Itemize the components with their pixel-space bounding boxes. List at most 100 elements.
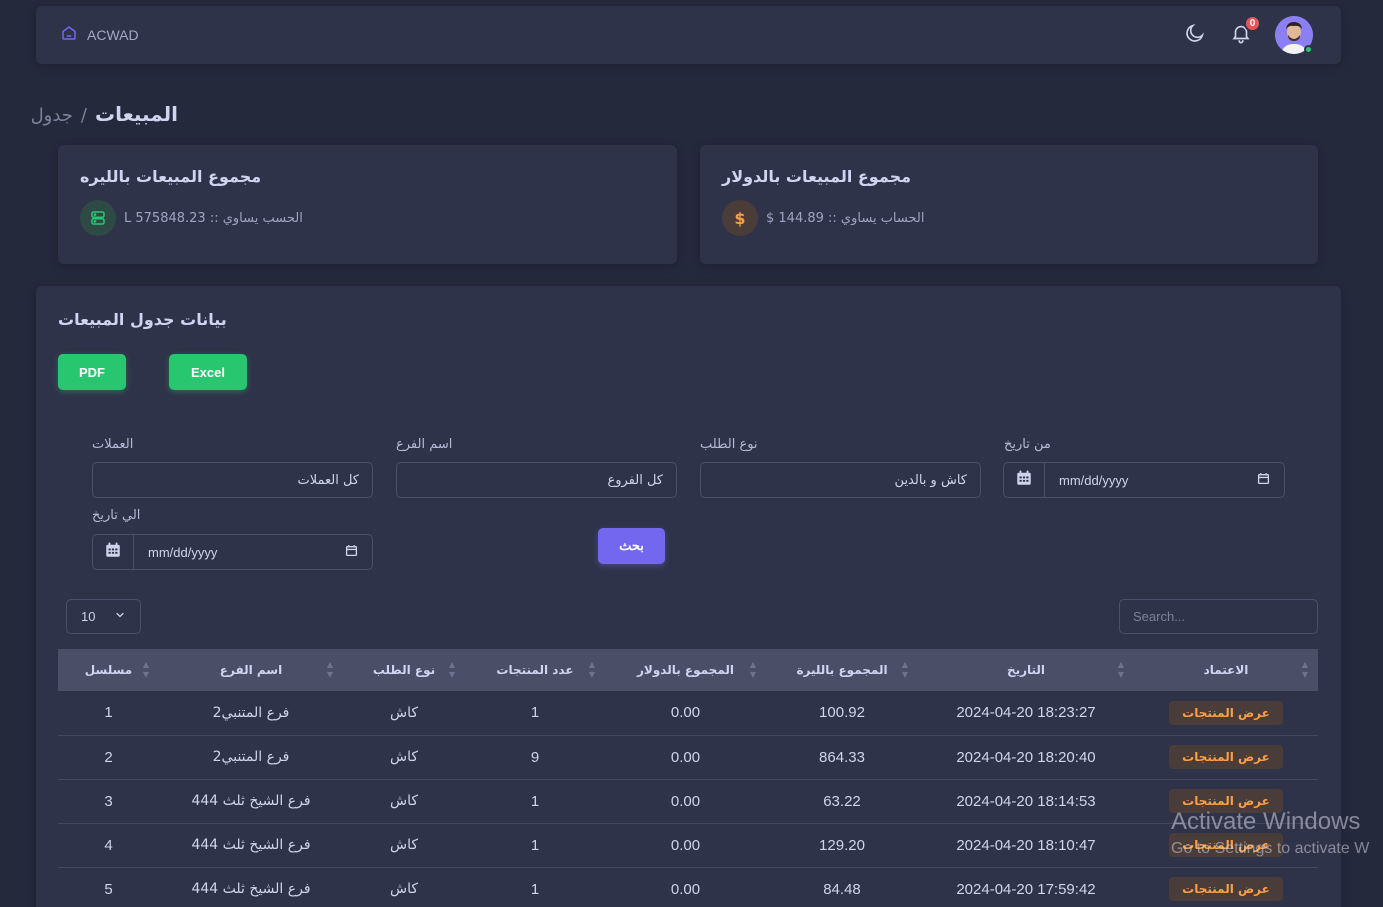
- column-header[interactable]: اسم الفرع ▲ ▼: [159, 649, 343, 691]
- cell-count: 1: [465, 867, 605, 907]
- sort-icon: ▲ ▼: [142, 660, 149, 679]
- view-products-button[interactable]: عرض المنتجات: [1169, 700, 1283, 725]
- cell-branch: فرع الشيخ ثلث 444: [159, 823, 343, 868]
- lira-total-value: L الحسب يساوي :: 575848.23: [124, 210, 303, 226]
- cell-type: كاش: [343, 823, 465, 868]
- from-date-group: mm/dd/yyyy: [1003, 462, 1285, 498]
- to-date-label: الي تاريخ: [92, 508, 141, 523]
- search-button[interactable]: بحث: [598, 528, 665, 564]
- home-icon: [60, 24, 78, 46]
- sort-icon: ▲ ▼: [1301, 660, 1308, 679]
- user-avatar[interactable]: [1275, 16, 1313, 54]
- breadcrumb-separator: /: [80, 105, 87, 126]
- export-pdf-button[interactable]: PDF: [58, 354, 126, 390]
- order-type-label: نوع الطلب: [700, 437, 758, 452]
- cell-date: 2024-04-20 18:14:53: [918, 779, 1134, 824]
- view-products-button[interactable]: عرض المنتجات: [1169, 745, 1283, 769]
- sales-table-card: بيانات جدول المبيعات PDF Excel من تاريخ …: [36, 286, 1341, 907]
- date-picker-icon: [1257, 472, 1270, 488]
- cell-serial: 1: [58, 691, 159, 736]
- column-header[interactable]: مسلسل ▲ ▼: [58, 649, 159, 691]
- lira-total-title: مجموع المبيعات بالليره: [80, 167, 262, 186]
- cell-type: كاش: [343, 867, 465, 907]
- cell-type: كاش: [343, 691, 465, 736]
- cell-lira: 129.20: [766, 823, 918, 868]
- column-header[interactable]: نوع الطلب ▲ ▼: [343, 649, 465, 691]
- cell-usd: 0.00: [605, 779, 766, 824]
- sort-icon: ▲ ▼: [588, 660, 595, 679]
- view-products-button[interactable]: عرض المنتجات: [1169, 833, 1283, 857]
- sort-icon: ▲ ▼: [1117, 660, 1124, 679]
- branch-label: اسم الفرع: [396, 437, 453, 452]
- date-picker-icon: [345, 544, 358, 560]
- table-row: 2 فرع المتنبي2 كاش 9 0.00 864.33 2024-04…: [58, 735, 1318, 780]
- cell-branch: فرع المتنبي2: [159, 735, 343, 780]
- column-header[interactable]: المجموع بالدولار ▲ ▼: [605, 649, 766, 691]
- cell-usd: 0.00: [605, 735, 766, 780]
- cell-count: 1: [465, 691, 605, 736]
- sales-table-title: بيانات جدول المبيعات: [58, 310, 227, 329]
- from-date-label: من تاريخ: [1004, 437, 1051, 452]
- column-header[interactable]: المجموع بالليرة ▲ ▼: [766, 649, 918, 691]
- chevron-down-icon: [114, 609, 126, 624]
- cell-type: كاش: [343, 735, 465, 780]
- cell-branch: فرع المتنبي2: [159, 691, 343, 736]
- to-date-input[interactable]: mm/dd/yyyy: [133, 534, 373, 570]
- table-row: 1 فرع المتنبي2 كاش 1 0.00 100.92 2024-04…: [58, 691, 1318, 736]
- currency-label: العملات: [92, 437, 134, 452]
- column-header[interactable]: عدد المنتجات ▲ ▼: [465, 649, 605, 691]
- notification-badge: 0: [1244, 15, 1261, 32]
- page-title: المبيعات: [95, 102, 178, 126]
- table-row: 5 فرع الشيخ ثلث 444 كاش 1 0.00 84.48 202…: [58, 867, 1318, 907]
- to-date-calendar-button[interactable]: [92, 534, 133, 570]
- sort-icon: ▲ ▼: [326, 660, 333, 679]
- table-row: 3 فرع الشيخ ثلث 444 كاش 1 0.00 63.22 202…: [58, 779, 1318, 824]
- column-header[interactable]: الاعتماد ▲ ▼: [1134, 649, 1318, 691]
- cell-date: 2024-04-20 18:10:47: [918, 823, 1134, 868]
- cell-branch: فرع الشيخ ثلث 444: [159, 867, 343, 907]
- cell-count: 1: [465, 823, 605, 868]
- notifications-button[interactable]: 0: [1229, 15, 1261, 47]
- breadcrumb: المبيعات / جدول: [31, 102, 178, 126]
- sort-icon: ▲ ▼: [901, 660, 908, 679]
- page-size-select[interactable]: 10: [66, 599, 141, 634]
- cell-serial: 3: [58, 779, 159, 824]
- cell-lira: 63.22: [766, 779, 918, 824]
- cell-lira: 100.92: [766, 691, 918, 736]
- currency-select[interactable]: كل العملات: [92, 462, 373, 498]
- cell-branch: فرع الشيخ ثلث 444: [159, 779, 343, 824]
- branch-select[interactable]: كل الفروع: [396, 462, 677, 498]
- sort-icon: ▲ ▼: [448, 660, 455, 679]
- cell-date: 2024-04-20 18:23:27: [918, 691, 1134, 736]
- sort-icon: ▲ ▼: [749, 660, 756, 679]
- export-excel-button[interactable]: Excel: [169, 354, 247, 390]
- view-products-button[interactable]: عرض المنتجات: [1169, 877, 1283, 901]
- column-header[interactable]: التاريخ ▲ ▼: [918, 649, 1134, 691]
- page-size-value: 10: [81, 609, 96, 624]
- server-icon: [80, 200, 116, 236]
- from-date-input[interactable]: mm/dd/yyyy: [1044, 462, 1285, 498]
- view-products-button[interactable]: عرض المنتجات: [1169, 789, 1283, 813]
- breadcrumb-parent[interactable]: جدول: [31, 105, 73, 126]
- order-type-select[interactable]: كاش و بالدين: [700, 462, 981, 498]
- lira-total-card: مجموع المبيعات بالليره L الحسب يساوي :: …: [58, 145, 677, 264]
- theme-toggle-button[interactable]: [1183, 23, 1207, 47]
- cell-usd: 0.00: [605, 823, 766, 868]
- from-date-placeholder: mm/dd/yyyy: [1059, 472, 1129, 488]
- brand-name: ACWAD: [87, 27, 139, 43]
- cell-serial: 4: [58, 823, 159, 868]
- online-status-dot: [1304, 45, 1313, 54]
- usd-total-title: مجموع المبيعات بالدولار: [722, 167, 911, 186]
- table-search-input[interactable]: [1119, 599, 1318, 634]
- table-row: 4 فرع الشيخ ثلث 444 كاش 1 0.00 129.20 20…: [58, 823, 1318, 868]
- cell-count: 1: [465, 779, 605, 824]
- cell-serial: 2: [58, 735, 159, 780]
- cell-date: 2024-04-20 17:59:42: [918, 867, 1134, 907]
- calendar-icon: [104, 541, 122, 563]
- cell-date: 2024-04-20 18:20:40: [918, 735, 1134, 780]
- moon-icon: [1184, 22, 1206, 48]
- cell-usd: 0.00: [605, 867, 766, 907]
- to-date-placeholder: mm/dd/yyyy: [148, 544, 218, 560]
- brand[interactable]: ACWAD: [60, 24, 139, 46]
- from-date-calendar-button[interactable]: [1003, 462, 1044, 498]
